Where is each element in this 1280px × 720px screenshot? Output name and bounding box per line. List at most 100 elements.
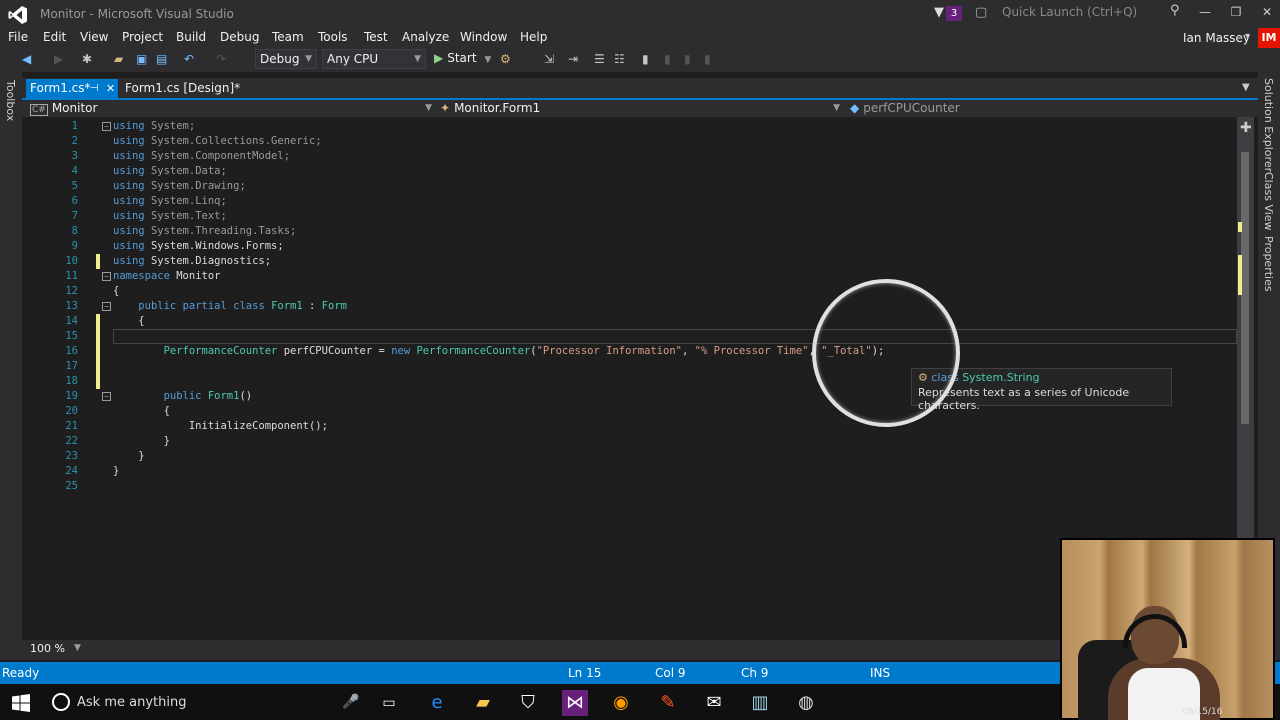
restore-button[interactable]: ❐ [1223,3,1249,21]
menu-team[interactable]: Team [272,30,304,44]
step-over-icon[interactable]: ⇥ [568,52,578,66]
code-line[interactable]: 23 } [0,449,1236,464]
notification-count-badge[interactable]: 3 [946,6,962,21]
code-line[interactable]: 14 { [0,314,1236,329]
mail-icon[interactable]: ✉ [701,690,727,716]
file-explorer-icon[interactable]: ▰ [470,690,496,716]
collapse-outline-icon[interactable]: − [102,122,111,131]
previous-bookmark-icon[interactable]: ▮ [664,52,671,66]
windows-start-icon[interactable] [12,694,30,712]
close-tab-icon[interactable]: ✕ [106,79,115,98]
code-line[interactable]: 11 − namespace Monitor [0,269,1236,284]
redo-icon[interactable]: ↷ [216,52,226,66]
toolbox-tab[interactable]: Toolbox [4,80,17,121]
menu-test[interactable]: Test [364,30,388,44]
scrollbar-thumb[interactable] [1241,152,1249,424]
code-line[interactable]: 3 using System.ComponentModel; [0,149,1236,164]
menu-tools[interactable]: Tools [318,30,348,44]
menu-file[interactable]: File [8,30,28,44]
solution-platform-select[interactable]: Any CPU ▼ [322,49,426,69]
collapse-outline-icon[interactable]: − [102,302,111,311]
menu-project[interactable]: Project [122,30,163,44]
code-line[interactable]: 5 using System.Drawing; [0,179,1236,194]
undo-icon[interactable]: ↶ [184,52,194,66]
pin-icon[interactable]: ⊣ [90,79,99,98]
code-line[interactable]: 8 using System.Threading.Tasks; [0,224,1236,239]
search-icon[interactable]: ⚲ [1170,3,1180,18]
collapse-outline-icon[interactable]: − [102,392,111,401]
code-line[interactable]: 12 { [0,284,1236,299]
code-line[interactable]: 9 using System.Windows.Forms; [0,239,1236,254]
clear-bookmarks-icon[interactable]: ▮ [704,52,711,66]
type-dropdown[interactable]: ✦ Monitor.Form1 ▼ [440,100,844,117]
navigate-forward-icon[interactable]: ▶ [54,52,63,66]
task-view-icon[interactable]: ▭ [376,690,402,716]
menu-debug[interactable]: Debug [220,30,259,44]
minimize-button[interactable]: — [1192,3,1218,21]
solution-configuration-select[interactable]: Debug ▼ [255,49,317,69]
open-file-icon[interactable]: ▰ [114,52,123,66]
account-name[interactable]: Ian Massey [1183,31,1250,45]
bookmark-icon[interactable]: ▮ [642,52,649,66]
app-icon[interactable]: ◍ [793,690,819,716]
start-debugging-button[interactable]: ▶ Start ▼ [434,51,491,65]
comment-icon[interactable]: ☰ [594,52,605,66]
code-line[interactable]: 7 using System.Text; [0,209,1236,224]
zoom-level-select[interactable]: 100 % [30,642,65,655]
menu-help[interactable]: Help [520,30,547,44]
code-line[interactable]: 13 − public partial class Form1 : Form [0,299,1236,314]
feedback-icon[interactable]: ▢ [975,5,987,20]
code-area[interactable]: 1− using System; 2 using System.Collections… [0,119,1236,494]
menu-edit[interactable]: Edit [43,30,66,44]
code-line[interactable]: 21 InitializeComponent(); [0,419,1236,434]
chevron-down-icon[interactable]: ▼ [484,55,491,65]
tab-overflow-icon[interactable]: ▼ [1242,82,1250,93]
microphone-icon[interactable]: 🎤 [342,694,359,710]
code-line[interactable]: 4 using System.Data; [0,164,1236,179]
collapse-outline-icon[interactable]: − [102,272,111,281]
chevron-down-icon[interactable]: ▼ [74,643,81,653]
navigate-back-icon[interactable]: ◀ [22,52,31,66]
tab-form1-cs[interactable]: Form1.cs* ⊣ ✕ [26,79,118,98]
notifications-flag-icon[interactable]: ▼ [934,5,944,20]
solution-explorer-tab[interactable]: Solution Explorer [1262,78,1275,172]
code-line[interactable]: 1 − using System; [0,119,1236,134]
save-all-icon[interactable]: ▤ [156,52,167,66]
avatar[interactable]: IM [1258,28,1280,48]
code-line[interactable]: 10 using System.Diagnostics; [0,254,1236,269]
cortana-icon[interactable] [52,693,70,711]
properties-tab[interactable]: Properties [1262,236,1275,292]
menu-analyze[interactable]: Analyze [402,30,449,44]
store-icon[interactable]: ⛉ [515,690,541,716]
tab-form1-design[interactable]: Form1.cs [Design]* [120,79,240,98]
next-bookmark-icon[interactable]: ▮ [684,52,691,66]
quick-launch-input[interactable]: Quick Launch (Ctrl+Q) [996,3,1190,23]
code-line[interactable]: 15 [0,329,1236,344]
split-editor-icon[interactable]: ✚ [1240,120,1252,136]
app-icon[interactable]: ▥ [747,690,773,716]
save-icon[interactable]: ▣ [136,52,147,66]
class-view-tab[interactable]: Class View [1262,172,1275,231]
menu-view[interactable]: View [80,30,108,44]
new-project-icon[interactable]: ✱ [82,52,92,66]
member-dropdown[interactable]: ◆ perfCPUCounter [850,100,1250,117]
code-line[interactable]: 16 PerformanceCounter perfCPUCounter = n… [0,344,1236,359]
close-button[interactable]: ✕ [1254,3,1280,21]
code-line[interactable]: 22 } [0,434,1236,449]
code-line[interactable]: 2 using System.Collections.Generic; [0,134,1236,149]
media-player-icon[interactable]: ◉ [608,690,634,716]
project-dropdown[interactable]: C# Monitor ▼ [30,100,436,117]
taskbar-search-input[interactable]: Ask me anything [77,695,186,710]
visual-studio-task-icon[interactable]: ⋈ [562,690,588,716]
code-line[interactable]: 24} [0,464,1236,479]
browser-link-icon[interactable]: ⚙ [500,52,511,66]
edge-browser-icon[interactable]: e [424,690,450,716]
step-into-icon[interactable]: ⇲ [544,52,554,66]
code-line[interactable]: 25 [0,479,1236,494]
menu-build[interactable]: Build [176,30,206,44]
menu-window[interactable]: Window [460,30,507,44]
code-line[interactable]: 6 using System.Linq; [0,194,1236,209]
chevron-down-icon[interactable]: ▾ [1245,31,1250,42]
paint-app-icon[interactable]: ✎ [655,690,681,716]
uncomment-icon[interactable]: ☷ [614,52,625,66]
